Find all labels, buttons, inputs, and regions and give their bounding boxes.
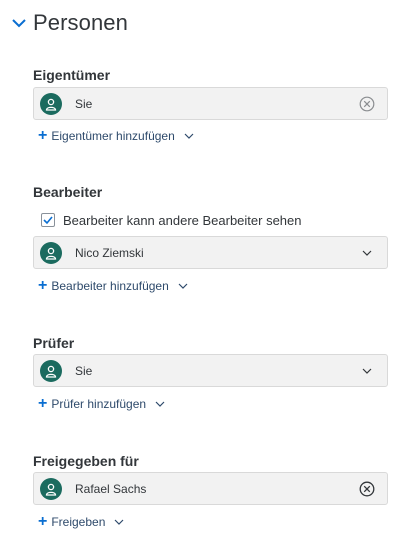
plus-icon: + xyxy=(38,277,48,294)
owner-field[interactable]: Sie xyxy=(33,87,388,120)
reviewer-value: Sie xyxy=(75,363,93,378)
clear-circle-icon xyxy=(359,481,375,497)
chevron-down-icon xyxy=(114,519,124,525)
chevron-down-icon xyxy=(12,19,26,28)
share-label: Freigeben xyxy=(51,515,106,529)
person-icon xyxy=(45,98,57,111)
reviewer-field[interactable]: Sie xyxy=(33,354,388,387)
reviewer-label: Prüfer xyxy=(33,335,75,351)
person-icon xyxy=(45,483,57,496)
add-reviewer-link[interactable]: + Prüfer hinzufügen xyxy=(38,396,166,412)
add-owner-link[interactable]: + Eigentümer hinzufügen xyxy=(38,128,195,144)
shared-group: Freigegeben für Rafael Sachs + Freigeben xyxy=(33,452,388,530)
add-editor-label: Bearbeiter hinzufügen xyxy=(51,279,169,293)
clear-owner-button[interactable] xyxy=(359,96,375,112)
editors-label: Bearbeiter xyxy=(33,184,103,200)
chevron-down-icon xyxy=(178,283,188,289)
section-title: Personen xyxy=(33,10,128,35)
owner-group: Eigentümer Sie + Eigentümer hinzufügen xyxy=(33,66,388,144)
add-reviewer-label: Prüfer hinzufügen xyxy=(51,397,147,411)
person-icon xyxy=(45,365,57,378)
editors-dropdown-button[interactable] xyxy=(359,245,375,261)
editors-visibility-checkbox-row[interactable]: Bearbeiter kann andere Bearbeiter sehen xyxy=(41,211,302,229)
owner-label: Eigentümer xyxy=(33,67,111,83)
shared-label: Freigegeben für xyxy=(33,453,139,469)
clear-shared-button[interactable] xyxy=(359,481,375,497)
section-header-personen[interactable]: Personen xyxy=(10,8,128,38)
editors-visibility-label: Bearbeiter kann andere Bearbeiter sehen xyxy=(63,212,302,228)
avatar xyxy=(40,242,62,264)
reviewer-group: Prüfer Sie + Prüfer hinzufügen xyxy=(33,334,388,412)
share-link[interactable]: + Freigeben xyxy=(38,514,125,530)
avatar xyxy=(40,93,62,115)
shared-value: Rafael Sachs xyxy=(75,481,147,496)
avatar xyxy=(40,478,62,500)
chevron-down-icon xyxy=(362,250,372,256)
add-editor-link[interactable]: + Bearbeiter hinzufügen xyxy=(38,278,189,294)
clear-circle-icon xyxy=(359,96,375,112)
avatar xyxy=(40,360,62,382)
owner-value: Sie xyxy=(75,96,93,111)
editors-field[interactable]: Nico Ziemski xyxy=(33,236,388,269)
add-owner-label: Eigentümer hinzufügen xyxy=(51,129,175,143)
editors-value: Nico Ziemski xyxy=(75,245,144,260)
chevron-down-icon xyxy=(184,133,194,139)
reviewer-dropdown-button[interactable] xyxy=(359,363,375,379)
plus-icon: + xyxy=(38,513,48,530)
editors-visibility-checkbox[interactable] xyxy=(41,213,55,227)
plus-icon: + xyxy=(38,395,48,412)
chevron-down-icon xyxy=(155,401,165,407)
plus-icon: + xyxy=(38,127,48,144)
chevron-down-icon xyxy=(362,368,372,374)
checkmark-icon xyxy=(43,216,53,225)
shared-field[interactable]: Rafael Sachs xyxy=(33,472,388,505)
person-icon xyxy=(45,247,57,260)
editors-group: Bearbeiter Bearbeiter kann andere Bearbe… xyxy=(33,183,388,294)
